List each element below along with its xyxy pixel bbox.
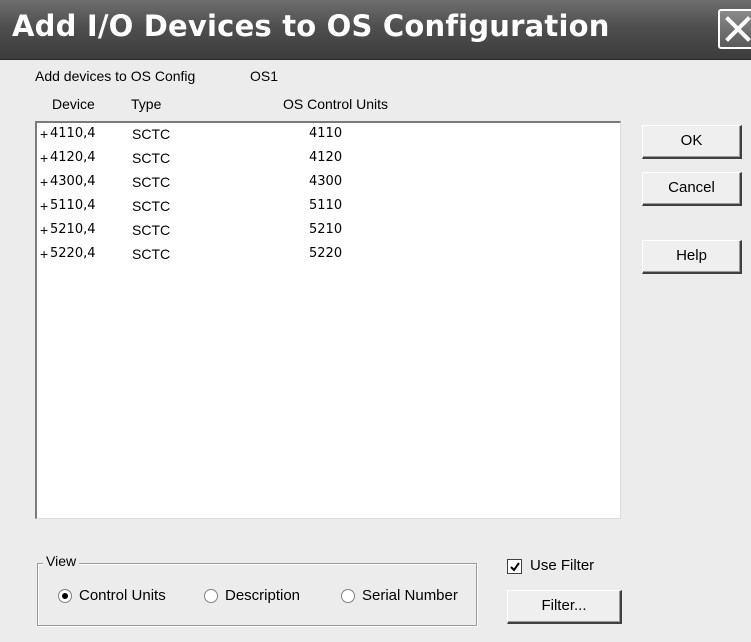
list-item[interactable]: + 5210,4 SCTC 5210 [37,219,620,243]
device-cell: 4120,4 [50,150,96,165]
control-unit-cell: 4120 [309,150,343,165]
list-item[interactable]: + 5110,4 SCTC 5110 [37,195,620,219]
list-item[interactable]: + 4110,4 SCTC 4110 [37,123,620,147]
checkbox-box[interactable] [507,559,522,574]
device-cell: 5110,4 [50,198,96,213]
control-unit-cell: 5220 [309,246,343,261]
add-devices-label: Add devices to OS Config [35,68,196,84]
radio-label: Control Units [79,587,166,604]
column-header-type: Type [131,96,162,112]
expand-icon[interactable]: + [40,198,48,214]
dialog-window: Add I/O Devices to OS Configuration Add … [0,0,751,642]
list-item[interactable]: + 5220,4 SCTC 5220 [37,243,620,267]
list-item[interactable]: + 4300,4 SCTC 4300 [37,171,620,195]
ok-button[interactable]: OK [642,125,742,159]
type-cell: SCTC [132,126,171,142]
os-config-name: OS1 [250,68,279,84]
radio-label: Description [225,587,301,604]
close-button[interactable] [718,9,751,49]
device-cell: 4110,4 [50,126,96,141]
type-cell: SCTC [132,222,171,238]
expand-icon[interactable]: + [40,150,48,166]
window-title: Add I/O Devices to OS Configuration [12,9,610,43]
column-header-control-units: OS Control Units [283,96,389,112]
radio-unselected-icon [204,589,218,603]
cancel-button[interactable]: Cancel [642,172,742,206]
device-list[interactable]: + 4110,4 SCTC 4110 + 4120,4 SCTC 4120 + … [35,121,621,519]
type-cell: SCTC [132,246,171,262]
device-cell: 5210,4 [50,222,96,237]
use-filter-label: Use Filter [530,557,595,574]
type-cell: SCTC [132,174,171,190]
device-cell: 4300,4 [50,174,96,189]
control-unit-cell: 5210 [309,222,343,237]
control-unit-cell: 5110 [309,198,343,213]
list-item[interactable]: + 4120,4 SCTC 4120 [37,147,620,171]
radio-dot [62,593,68,599]
control-unit-cell: 4110 [309,126,343,141]
filter-button[interactable]: Filter... [507,590,622,624]
type-cell: SCTC [132,150,171,166]
device-cell: 5220,4 [50,246,96,261]
title-bar[interactable]: Add I/O Devices to OS Configuration [0,0,751,60]
type-cell: SCTC [132,198,171,214]
expand-icon[interactable]: + [40,126,48,142]
expand-icon[interactable]: + [40,222,48,238]
view-group-label: View [43,553,80,569]
help-button[interactable]: Help [642,240,742,274]
expand-icon[interactable]: + [40,174,48,190]
radio-label: Serial Number [362,587,458,604]
expand-icon[interactable]: + [40,246,48,262]
control-unit-cell: 4300 [309,174,343,189]
radio-unselected-icon [341,589,355,603]
column-header-device: Device [52,96,95,112]
